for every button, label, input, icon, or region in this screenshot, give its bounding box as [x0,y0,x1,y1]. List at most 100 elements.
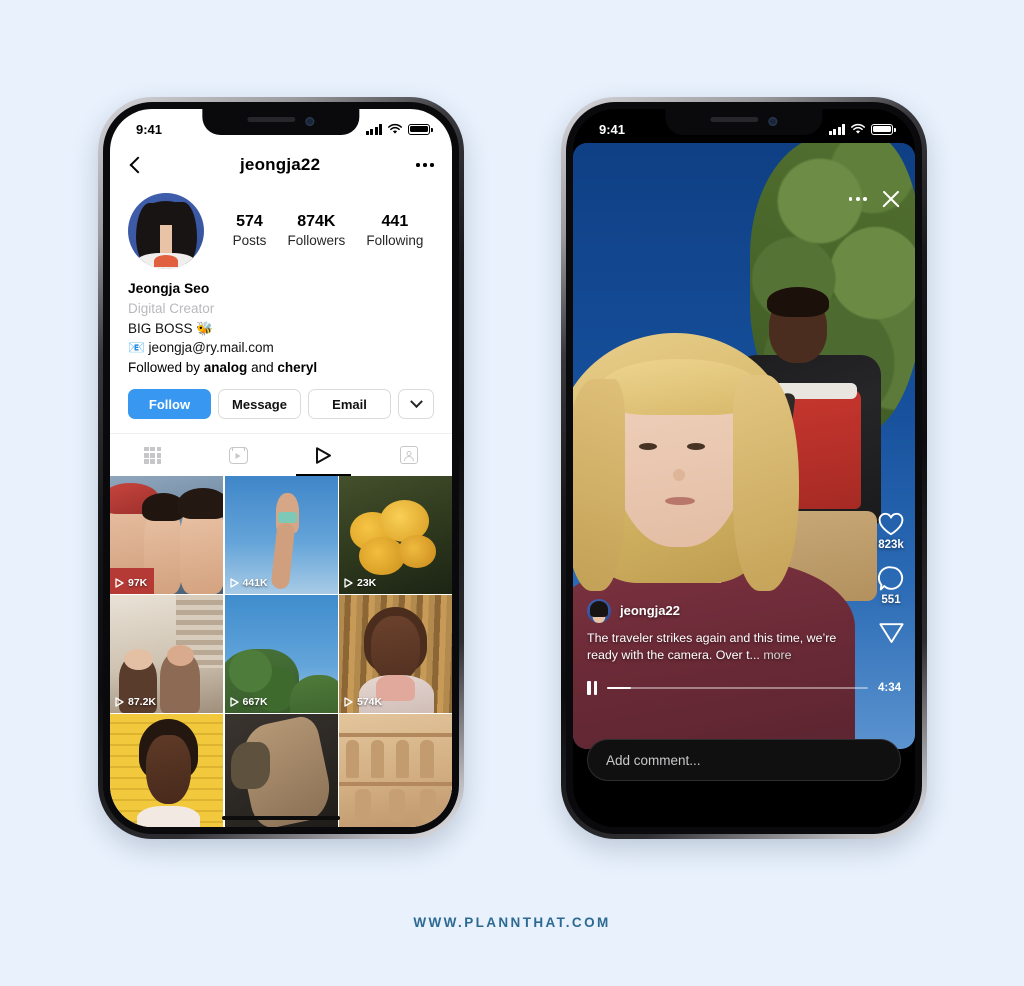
grid-item[interactable] [110,714,223,827]
page-canvas: 9:41 jeongja22 574 Posts 874K Followers … [0,0,1024,986]
play-icon [229,697,239,707]
stat-posts[interactable]: 574 Posts [233,212,267,250]
grid-item[interactable]: 97K [110,476,223,594]
home-indicator [222,815,340,820]
profile-bio-line: BIG BOSS 🐝 [128,320,214,336]
email-button[interactable]: Email [308,389,391,420]
stat-followers[interactable]: 874K Followers [287,212,345,250]
views-count: 441K [242,576,268,589]
profile-tabs [110,433,453,477]
pause-button[interactable] [587,681,598,695]
followed-by-user-2: cheryl [277,359,318,375]
posts-grid: 97K 441K 23K 87.2K 667K 574K [110,476,452,827]
cellular-signal-icon [365,123,382,135]
battery-icon [871,123,896,135]
caption-more-link[interactable]: more [763,648,791,662]
grid-item[interactable]: 667K [224,595,338,713]
paper-plane-icon [878,623,904,643]
comment-count: 551 [881,594,901,606]
play-icon [344,697,353,707]
front-camera-icon [305,117,315,126]
heart-icon [878,512,904,536]
video-top-controls [848,189,901,209]
stat-following-label: Following [366,233,424,249]
girl-nose [673,469,685,481]
stat-following-value: 441 [381,213,409,231]
status-time: 9:41 [599,121,626,137]
video-caption: The traveler strikes again and this time… [587,630,849,665]
tab-reels[interactable] [196,434,282,476]
add-comment-input[interactable]: Add comment... [587,739,901,781]
video-author-avatar[interactable] [587,598,611,623]
right-phone-device: 9:41 823k 551 jeongja22 The traveler str… [561,97,927,839]
comment-control[interactable]: 551 [877,565,905,606]
front-camera-icon [768,117,778,126]
grid-item[interactable]: 441K [224,476,338,594]
followed-by-user-1: analog [203,359,248,375]
notch [202,109,360,135]
profile-header: jeongja22 [110,143,452,187]
earpiece-speaker [247,117,296,122]
status-indicators [365,123,433,135]
status-time: 9:41 [136,121,163,137]
stat-followers-label: Followers [287,233,346,249]
tab-igtv[interactable] [281,434,367,477]
grid-item-views: 441K [229,576,268,589]
grid-item-views: 574K [344,696,382,708]
views-count: 97K [128,576,148,589]
tagged-icon [400,446,419,465]
profile-summary: 574 Posts 874K Followers 441 Following [110,187,452,269]
more-options-button[interactable] [848,197,867,201]
stat-posts-label: Posts [232,233,267,249]
tab-tagged[interactable] [367,434,453,476]
like-control[interactable]: 823k [877,511,905,551]
instagram-profile-screen: 9:41 jeongja22 574 Posts 874K Followers … [110,109,452,827]
like-count: 823k [878,539,904,551]
followed-by-mid: and [247,359,278,375]
follow-button[interactable]: Follow [128,389,211,420]
profile-full-name: Jeongja Seo [128,281,210,296]
stat-following[interactable]: 441 Following [366,212,423,250]
earpiece-speaker [710,117,759,122]
video-player[interactable]: 823k 551 jeongja22 The traveler strikes … [573,143,915,749]
views-count: 87.2K [128,695,157,708]
grid-item-views: 23K [344,577,376,589]
profile-contact-email[interactable]: 📧 jeongja@ry.mail.com [128,338,434,358]
video-author[interactable]: jeongja22 [587,598,849,623]
grid-item[interactable] [339,714,452,827]
share-control[interactable] [878,620,905,645]
views-count: 667K [242,695,268,708]
grid-item-views: 667K [229,695,268,708]
reels-icon [228,446,248,464]
more-options-button[interactable] [416,163,434,167]
boy-hair [767,287,829,317]
profile-bio: Jeongja Seo Digital Creator BIG BOSS 🐝 📧… [110,269,452,377]
video-engagement-controls: 823k 551 [877,511,905,653]
message-button[interactable]: Message [218,389,301,420]
grid-item[interactable]: 574K [339,595,452,713]
left-phone-device: 9:41 jeongja22 574 Posts 874K Followers … [98,97,464,839]
grid-item-views: 97K [115,577,147,589]
girl-hair-right [733,375,799,591]
comment-bubble-icon [877,566,903,591]
grid-item[interactable]: 87.2K [110,595,223,713]
grid-item[interactable]: 23K [339,476,452,594]
avatar[interactable] [128,193,204,269]
progress-track[interactable] [607,686,868,690]
cellular-signal-icon [828,123,845,135]
more-actions-button[interactable] [398,389,434,420]
views-count: 574K [357,695,383,708]
grid-item-views: 87.2K [115,696,156,708]
play-icon [115,697,124,707]
play-icon [115,578,124,588]
tab-grid[interactable] [110,434,196,476]
video-caption-text: The traveler strikes again and this time… [587,630,837,663]
grid-item[interactable] [224,714,338,827]
close-icon[interactable] [881,189,901,209]
views-count: 23K [357,576,377,589]
right-phone-bezel: 9:41 823k 551 jeongja22 The traveler str… [566,102,922,834]
back-button[interactable] [129,156,147,174]
stat-followers-value: 874K [297,213,336,231]
igtv-play-icon [315,446,332,465]
status-indicators [828,123,896,135]
